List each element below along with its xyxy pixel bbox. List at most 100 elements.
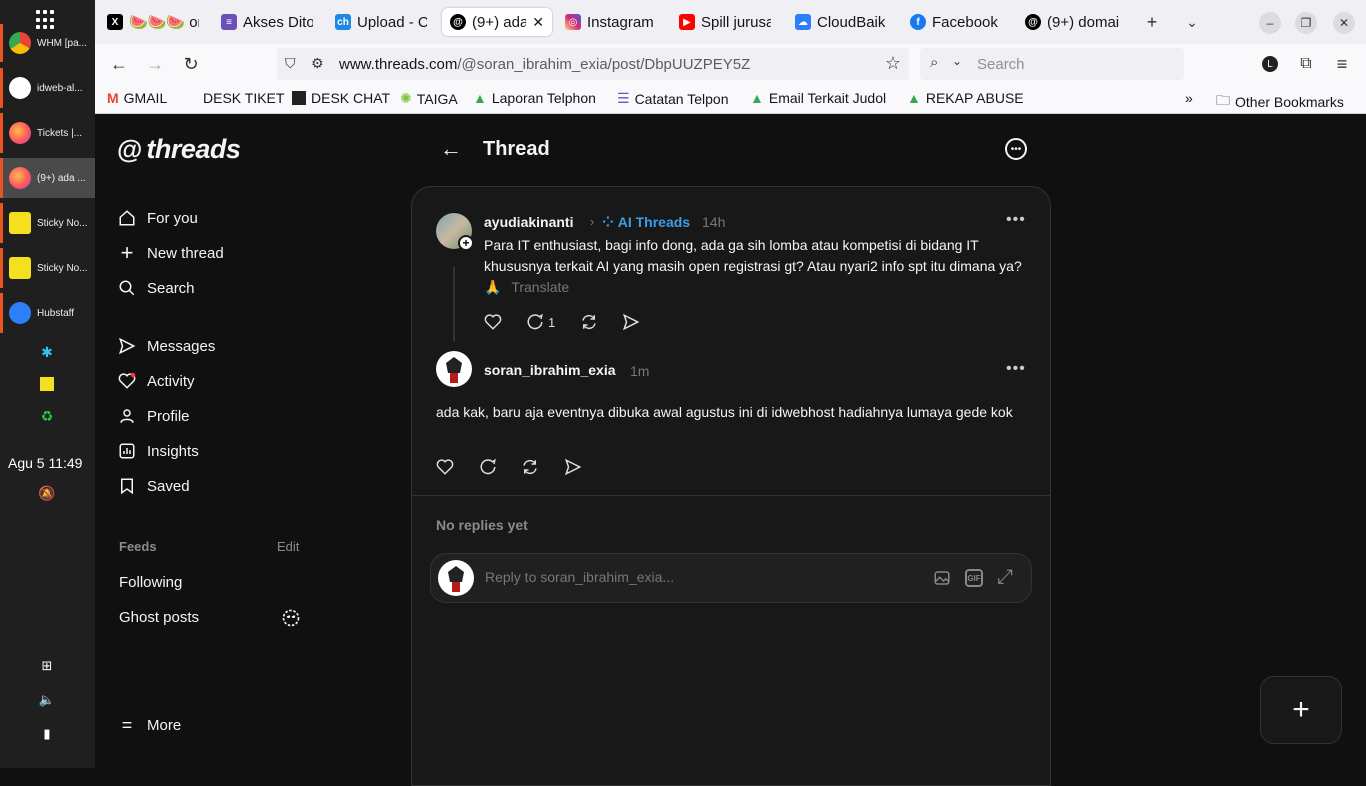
bookmark-star-icon[interactable]: ☆ <box>885 53 901 74</box>
share-button[interactable] <box>622 313 640 331</box>
tab-title: 🍉🍉🍉 on <box>129 14 199 31</box>
sticky-notes-tray-icon[interactable] <box>38 375 56 393</box>
os-dock: WHM [pa... idweb-al... Tickets |... (9+)… <box>0 0 95 768</box>
back-arrow-icon[interactable]: ← <box>440 136 462 162</box>
dock-item-slack[interactable]: idweb-al... <box>0 68 95 108</box>
new-thread-fab[interactable]: + <box>1260 676 1342 744</box>
more-options-icon[interactable]: ••• <box>1005 138 1027 160</box>
tab-x[interactable]: X 🍉🍉🍉 on <box>99 8 207 36</box>
menu-icon[interactable]: ≡ <box>1330 52 1354 76</box>
feed-following[interactable]: Following <box>119 568 182 596</box>
battery-icon[interactable]: ▮ <box>38 725 56 743</box>
nav-label: Messages <box>147 337 216 355</box>
post-username[interactable]: ayudiakinanti <box>484 214 573 230</box>
gif-icon[interactable]: GIF <box>965 569 983 587</box>
image-icon[interactable] <box>933 569 951 592</box>
recycle-tray-icon[interactable]: ♻ <box>38 407 56 425</box>
tab-threads-domain[interactable]: @ (9+) domai <box>1017 8 1127 36</box>
nav-new-thread[interactable]: + New thread <box>117 239 224 267</box>
account-avatar[interactable]: L <box>1258 52 1282 76</box>
bookmark-gmail[interactable]: M GMAIL <box>107 90 167 106</box>
volume-icon[interactable]: 🔈 <box>38 691 56 709</box>
post-more-icon[interactable]: ••• <box>1006 211 1026 229</box>
shield-icon[interactable]: ⛉ <box>285 55 296 72</box>
dock-item-sticky-notes-1[interactable]: Sticky No... <box>0 203 95 243</box>
bookmark-catatan-telpon[interactable]: ☰ Catatan Telpon <box>617 90 729 107</box>
feed-ghost-posts[interactable]: Ghost posts <box>119 603 199 631</box>
new-tab-button[interactable]: + <box>1140 10 1164 34</box>
maximize-button[interactable]: ❐ <box>1295 12 1317 34</box>
reply-username[interactable]: soran_ibrahim_exia <box>484 362 616 378</box>
network-icon[interactable]: ⊞ <box>38 657 56 675</box>
divider <box>412 495 1050 496</box>
bookmark-label: Other Bookmarks <box>1235 94 1344 110</box>
permissions-icon[interactable]: ⚙ <box>311 55 324 72</box>
dock-item-firefox-tickets[interactable]: Tickets |... <box>0 113 95 153</box>
reply-more-icon[interactable]: ••• <box>1006 360 1026 378</box>
os-clock[interactable]: Agu 5 11:49 <box>8 455 82 471</box>
tab-facebook[interactable]: f Facebook <box>902 8 1010 36</box>
other-bookmarks[interactable]: 🗀 Other Bookmarks <box>1216 90 1344 114</box>
minimize-button[interactable]: – <box>1259 12 1281 34</box>
reply-composer[interactable]: Reply to soran_ibrahim_exia... GIF ⤢ <box>430 553 1032 603</box>
nav-messages[interactable]: Messages <box>117 332 215 360</box>
chrome-icon <box>9 32 31 54</box>
reply-share-button[interactable] <box>564 458 582 476</box>
notifications-off-icon[interactable]: 🔕 <box>38 484 56 502</box>
tab-threads-active[interactable]: @ (9+) ada ✕ <box>442 8 552 36</box>
bookmark-icon <box>117 476 137 496</box>
dock-item-firefox-threads[interactable]: (9+) ada ... <box>0 158 95 198</box>
ghost-icon[interactable] <box>281 608 301 633</box>
nav-saved[interactable]: Saved <box>117 472 190 500</box>
feeds-edit-link[interactable]: Edit <box>277 539 299 554</box>
tab-akses-dito[interactable]: ≡ Akses Dito <box>213 8 321 36</box>
expand-icon[interactable]: ⤢ <box>997 566 1013 589</box>
repost-button[interactable] <box>580 313 598 331</box>
close-window-button[interactable]: ✕ <box>1333 12 1355 34</box>
reply-like-button[interactable] <box>436 458 454 476</box>
url-bar[interactable]: ⛉ ⚙ www.threads.com/@soran_ibrahim_exia/… <box>277 48 909 80</box>
nav-for-you[interactable]: For you <box>117 204 198 232</box>
back-button[interactable]: ← <box>107 52 131 76</box>
nav-more[interactable]: = More <box>117 711 181 739</box>
reply-input[interactable]: Reply to soran_ibrahim_exia... <box>485 569 674 585</box>
tab-cloudbaik[interactable]: ☁ CloudBaik <box>787 8 895 36</box>
slack-tray-icon[interactable]: ✱ <box>38 343 56 361</box>
reply-comment-button[interactable] <box>479 458 497 476</box>
nav-label: New thread <box>147 244 224 262</box>
dock-item-sticky-notes-2[interactable]: Sticky No... <box>0 248 95 288</box>
search-bar[interactable]: ⌕ ⌄ Search <box>920 48 1184 80</box>
bookmark-rekap-abuse[interactable]: ▲ REKAP ABUSE <box>907 90 1024 106</box>
reply-repost-button[interactable] <box>521 458 539 476</box>
extensions-icon[interactable]: ⧉ <box>1294 52 1318 76</box>
search-engine-chevron-icon[interactable]: ⌄ <box>952 54 962 68</box>
translate-link[interactable]: Translate <box>511 279 569 295</box>
reload-button[interactable]: ↻ <box>179 52 203 76</box>
avatar[interactable] <box>436 351 472 387</box>
nav-profile[interactable]: Profile <box>117 402 190 430</box>
nav-activity[interactable]: Activity <box>117 367 195 395</box>
bookmark-email-judol[interactable]: ▲ Email Terkait Judol <box>750 90 886 106</box>
tab-list-chevron-down-icon[interactable]: ⌄ <box>1180 10 1204 34</box>
bookmark-desk-tiket[interactable]: DESK TIKET <box>203 90 284 106</box>
heart-icon <box>484 314 502 330</box>
dock-item-whm[interactable]: WHM [pa... <box>0 24 95 62</box>
bookmark-desk-chat[interactable]: DESK CHAT <box>292 90 390 106</box>
threads-logo[interactable]: @ threads <box>117 134 241 165</box>
topic-tag[interactable]: ⁘ AI Threads <box>602 214 690 231</box>
bookmarks-overflow-icon[interactable]: » <box>1185 90 1193 106</box>
tab-youtube[interactable]: ▶ Spill jurusa <box>671 8 779 36</box>
tab-upload[interactable]: ch Upload - Ch <box>327 8 435 36</box>
dock-item-hubstaff[interactable]: Hubstaff <box>0 293 95 333</box>
nav-insights[interactable]: Insights <box>117 437 199 465</box>
tab-instagram[interactable]: ◎ Instagram <box>557 8 665 36</box>
forward-button[interactable]: → <box>143 52 167 76</box>
follow-plus-icon[interactable]: + <box>458 235 474 251</box>
comment-button[interactable]: 1 <box>526 313 555 331</box>
nav-search[interactable]: Search <box>117 274 195 302</box>
bookmark-laporan-telphon[interactable]: ▲ Laporan Telphon <box>473 90 596 106</box>
like-button[interactable] <box>484 313 502 331</box>
heart-icon <box>436 459 454 475</box>
close-tab-icon[interactable]: ✕ <box>532 14 544 31</box>
bookmark-taiga[interactable]: ✺ TAIGA <box>400 90 458 107</box>
